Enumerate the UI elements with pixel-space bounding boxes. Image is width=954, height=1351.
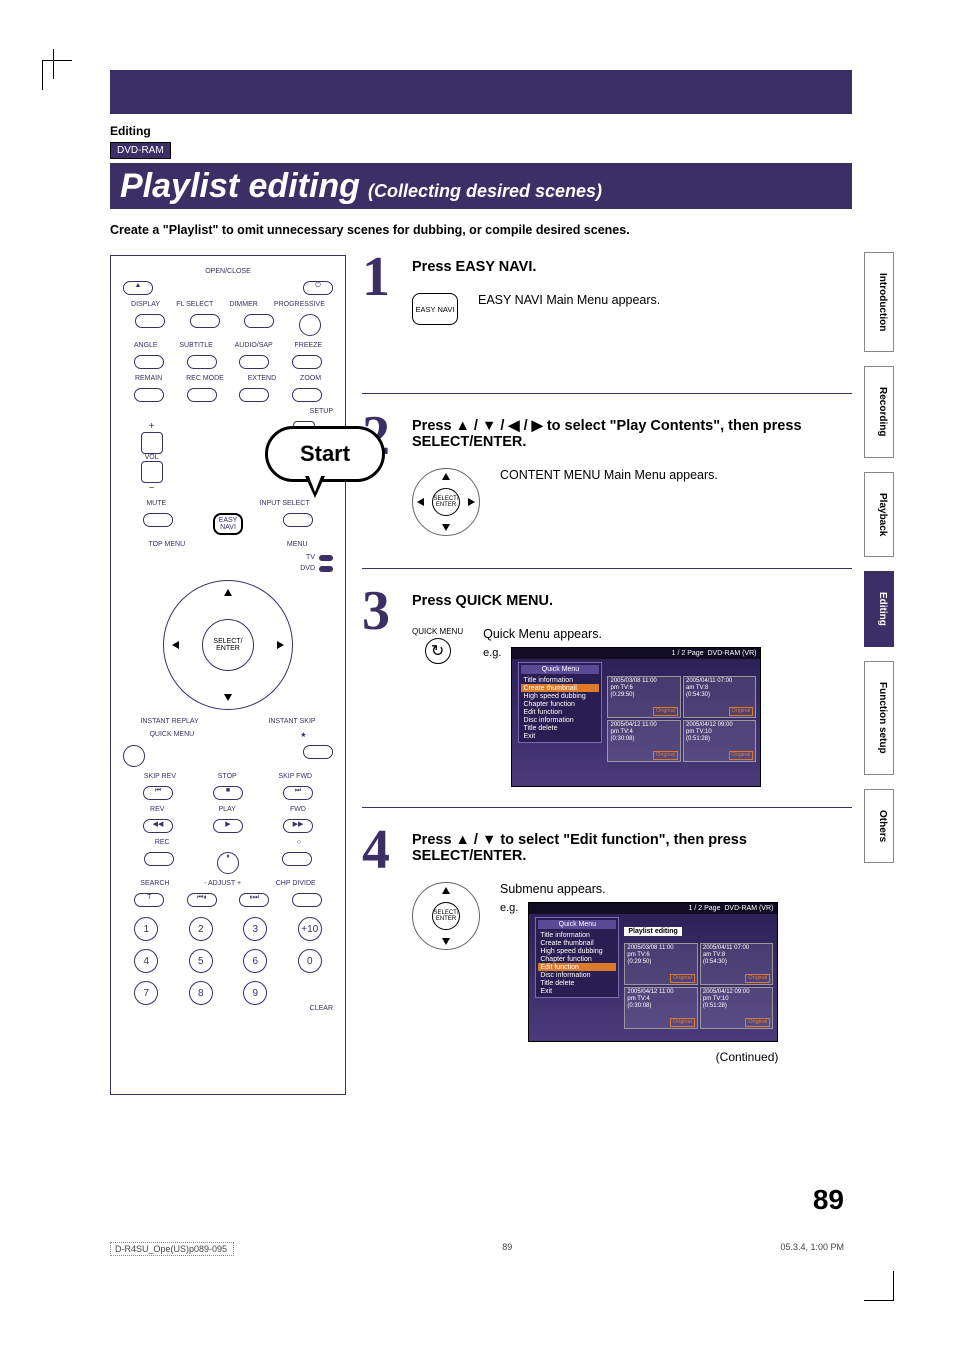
footer-file: D-R4SU_Ope(US)p089-095 xyxy=(110,1242,234,1256)
btn-easy-navi: EASY NAVI xyxy=(213,513,243,535)
step-2: 2 Press ▲ / ▼ / ◀ / ▶ to select "Play Co… xyxy=(362,414,852,548)
dpad-icon-2: SELECT/ ENTER xyxy=(412,882,480,950)
remote-dpad: SELECT/ ENTER xyxy=(163,580,293,710)
btn-select-enter: SELECT/ ENTER xyxy=(202,619,254,671)
dpad-icon: SELECT/ ENTER xyxy=(412,468,480,536)
continued-label: (Continued) xyxy=(500,1050,778,1064)
step-1: 1 Press EASY NAVI. EASY NAVI EASY NAVI M… xyxy=(362,255,852,373)
submenu-playlist-editing: Playlist editing xyxy=(624,927,681,936)
tab-recording[interactable]: Recording xyxy=(864,366,894,457)
tab-others[interactable]: Others xyxy=(864,789,894,863)
crop-mark-tl xyxy=(42,60,72,90)
crop-mark-br xyxy=(864,1271,894,1301)
btn-eject: ▲ xyxy=(123,281,153,295)
btn-power: ⏻ xyxy=(303,281,333,295)
lead-text: Create a "Playlist" to omit unnecessary … xyxy=(110,223,852,237)
page-subtitle: (Collecting desired scenes) xyxy=(368,181,602,202)
step-4-desc: Submenu appears. xyxy=(500,882,778,896)
tab-introduction[interactable]: Introduction xyxy=(864,252,894,352)
disc-type-badge: DVD-RAM xyxy=(110,142,171,159)
step-1-desc: EASY NAVI Main Menu appears. xyxy=(478,293,660,307)
side-tabs: Introduction Recording Playback Editing … xyxy=(864,252,894,863)
step-2-desc: CONTENT MENU Main Menu appears. xyxy=(500,468,718,482)
easy-navi-button: EASY NAVI xyxy=(412,293,458,325)
btn-quick-menu xyxy=(123,745,145,767)
tab-editing[interactable]: Editing xyxy=(864,571,894,647)
footer: D-R4SU_Ope(US)p089-095 89 05.3.4, 1:00 P… xyxy=(110,1242,844,1256)
step-4-title: Press ▲ / ▼ to select "Edit function", t… xyxy=(412,832,852,864)
step-4: 4 Press ▲ / ▼ to select "Edit function",… xyxy=(362,828,852,1064)
start-label: Start xyxy=(300,441,350,467)
step-3-title: Press QUICK MENU. xyxy=(412,593,852,609)
header-bar xyxy=(110,70,852,114)
step-3: 3 Press QUICK MENU. QUICK MENU ↻ Quick M… xyxy=(362,589,852,787)
step-1-title: Press EASY NAVI. xyxy=(412,259,852,275)
remote-diagram: OPEN/CLOSE ▲⏻ DISPLAY FL SELECT DIMMER P… xyxy=(110,255,346,1095)
footer-page: 89 xyxy=(502,1242,512,1256)
tab-playback[interactable]: Playback xyxy=(864,472,894,557)
quick-menu-button: ↻ xyxy=(425,638,451,664)
screen-example-2: 1 / 2 Page DVD-RAM (VR) Quick Menu Title… xyxy=(528,902,778,1042)
step-2-title: Press ▲ / ▼ / ◀ / ▶ to select "Play Cont… xyxy=(412,418,852,450)
start-callout: Start xyxy=(265,426,385,482)
title-band: Playlist editing (Collecting desired sce… xyxy=(110,163,852,209)
footer-date: 05.3.4, 1:00 PM xyxy=(780,1242,844,1256)
screen-example-1: 1 / 2 Page DVD-RAM (VR) Quick Menu Title… xyxy=(511,647,761,787)
remote-numpad: 1 2 3 +10 4 5 6 0 7 8 9 xyxy=(123,917,333,1005)
step-3-desc: Quick Menu appears. xyxy=(483,627,761,641)
page-number: 89 xyxy=(813,1184,844,1216)
tab-function-setup[interactable]: Function setup xyxy=(864,661,894,775)
page-title: Playlist editing xyxy=(120,167,360,206)
section-label: Editing xyxy=(110,124,852,138)
label-open-close: OPEN/CLOSE xyxy=(205,268,251,275)
